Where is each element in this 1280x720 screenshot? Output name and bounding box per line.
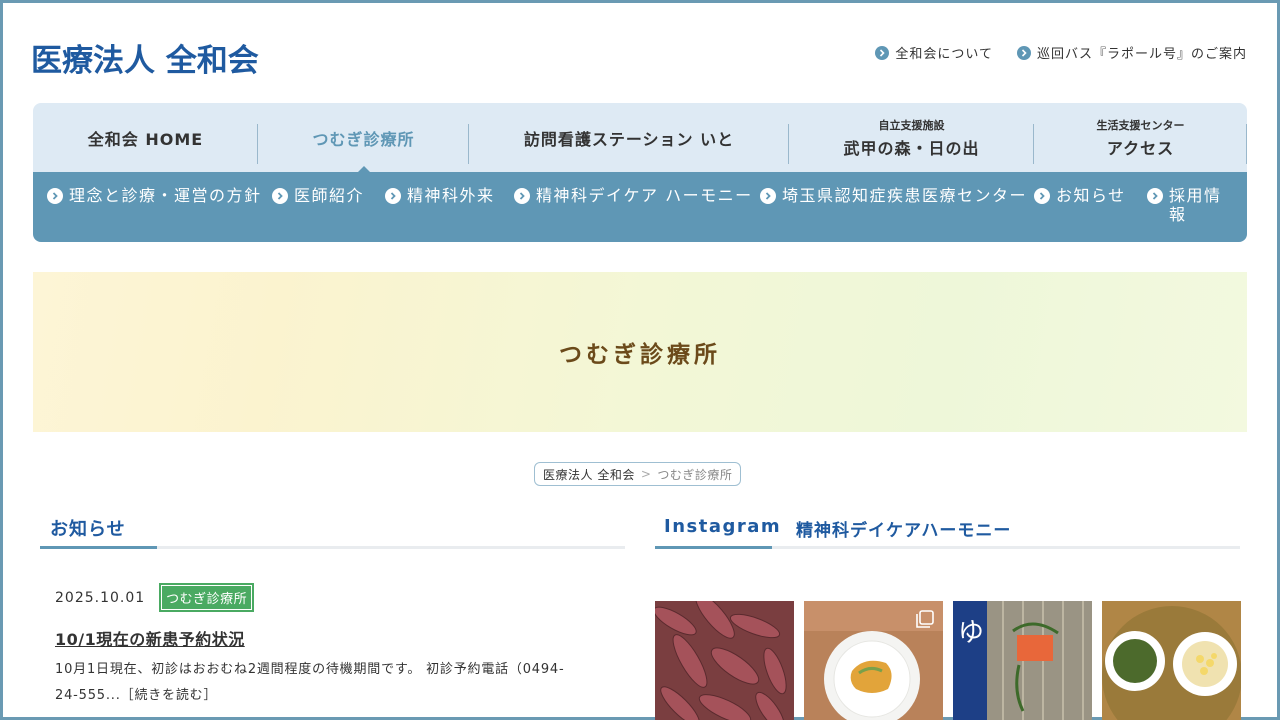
svg-text:ゆ: ゆ	[958, 618, 984, 648]
news-title-link[interactable]: 10/1現在の新患予約状況	[55, 626, 615, 650]
sub-item-label: 理念と診療・運営の方針	[69, 186, 262, 205]
news-excerpt: 10月1日現在、初診はおおむね2週間程度の待機期間です。 初診予約電話（0494…	[55, 662, 565, 703]
sub-item-label: 埼玉県認知症疾患医療センター	[782, 186, 1028, 205]
sub-item-outpatient[interactable]: 精神科外来	[385, 186, 514, 242]
instagram-photo-sweet-potatoes[interactable]	[655, 601, 794, 720]
news-section-header: お知らせ	[40, 511, 625, 549]
heading-underline	[40, 546, 157, 549]
news-item: 2025.10.01 つむぎ診療所 10/1現在の新患予約状況 10月1日現在、…	[55, 583, 615, 709]
sub-item-label: 精神科外来	[407, 186, 495, 205]
breadcrumb-home[interactable]: 医療法人 全和会	[543, 466, 635, 483]
top-link-label: 巡回バス『ラポール号』のご案内	[1036, 47, 1247, 62]
instagram-photo-salon-door[interactable]: ゆ	[953, 601, 1092, 720]
chevron-right-icon	[47, 188, 63, 204]
chevron-right-icon	[1016, 45, 1031, 60]
tab-label: つむぎ診療所	[312, 129, 415, 149]
nav-tabs: 全和会 HOME つむぎ診療所 訪問看護ステーション いと 自立支援施設 武甲の…	[33, 103, 1247, 172]
tab-tsumugi[interactable]: つむぎ診療所	[258, 103, 469, 172]
chevron-right-icon	[385, 188, 401, 204]
tab-access[interactable]: 生活支援センター アクセス	[1034, 103, 1247, 172]
chevron-right-icon	[875, 45, 890, 60]
tab-label: 全和会 HOME	[87, 129, 204, 149]
instagram-photo-plate-food[interactable]	[804, 601, 943, 720]
chevron-right-icon	[514, 188, 530, 204]
tab-label: 武甲の森・日の出	[843, 138, 980, 158]
sub-item-doctors[interactable]: 医師紹介	[272, 186, 385, 242]
top-link-about[interactable]: 全和会について	[875, 43, 993, 62]
top-link-label: 全和会について	[895, 47, 993, 62]
breadcrumb-current: つむぎ診療所	[657, 467, 733, 482]
tab-ito[interactable]: 訪問看護ステーション いと	[469, 103, 789, 172]
tab-buko[interactable]: 自立支援施設 武甲の森・日の出	[789, 103, 1034, 172]
sub-item-recruit[interactable]: 採用情報	[1147, 186, 1237, 242]
page-banner: つむぎ診療所	[33, 272, 1247, 432]
chevron-right-icon	[1034, 188, 1050, 204]
site-logo[interactable]: 医療法人 全和会	[31, 35, 259, 80]
sub-item-label: お知らせ	[1056, 186, 1126, 205]
instagram-subheading: 精神科デイケアハーモニー	[796, 521, 1012, 541]
tab-label: 訪問看護ステーション いと	[523, 129, 735, 149]
chevron-right-icon	[1147, 188, 1163, 204]
instagram-photo-bowls[interactable]	[1102, 601, 1241, 720]
instagram-heading: Instagram	[664, 516, 782, 537]
tab-small-label: 生活支援センター	[1096, 118, 1185, 132]
sub-item-label: 精神科デイケア ハーモニー	[536, 186, 753, 205]
sub-item-daycare[interactable]: 精神科デイケア ハーモニー	[514, 186, 760, 242]
sub-item-policy[interactable]: 理念と診療・運営の方針	[47, 186, 272, 242]
top-links: 全和会について 巡回バス『ラポール号』のご案内	[875, 43, 1247, 62]
instagram-section-header: Instagram 精神科デイケアハーモニー	[655, 511, 1240, 549]
news-meta: 2025.10.01 つむぎ診療所	[55, 583, 615, 612]
tab-home[interactable]: 全和会 HOME	[33, 103, 258, 172]
sub-item-news[interactable]: お知らせ	[1034, 186, 1147, 242]
sub-item-label: 採用情報	[1169, 186, 1222, 224]
category-badge[interactable]: つむぎ診療所	[159, 583, 255, 612]
main-nav: 全和会 HOME つむぎ診療所 訪問看護ステーション いと 自立支援施設 武甲の…	[33, 103, 1247, 242]
site-header: 医療法人 全和会 全和会について 巡回バス『ラポール号』のご案内	[3, 3, 1277, 103]
top-link-bus[interactable]: 巡回バス『ラポール号』のご案内	[1016, 43, 1247, 62]
chevron-right-icon	[272, 188, 288, 204]
instagram-grid: ゆ	[655, 601, 1241, 720]
chevron-right-icon	[760, 188, 776, 204]
breadcrumb-separator: >	[640, 467, 652, 481]
news-date: 2025.10.01	[55, 589, 146, 606]
sub-item-dementia-center[interactable]: 埼玉県認知症疾患医療センター	[760, 186, 1034, 242]
tab-label: アクセス	[1106, 138, 1175, 158]
breadcrumb: 医療法人 全和会 > つむぎ診療所	[534, 462, 742, 486]
nav-subitems: 理念と診療・運営の方針 医師紹介 精神科外来 精神科デイケア ハーモニー 埼玉県…	[33, 172, 1247, 242]
news-heading: お知らせ	[50, 519, 126, 540]
tab-small-label: 自立支援施設	[878, 118, 945, 132]
sub-item-label: 医師紹介	[294, 186, 365, 205]
page-title: つむぎ診療所	[559, 342, 721, 368]
heading-underline	[655, 546, 772, 549]
